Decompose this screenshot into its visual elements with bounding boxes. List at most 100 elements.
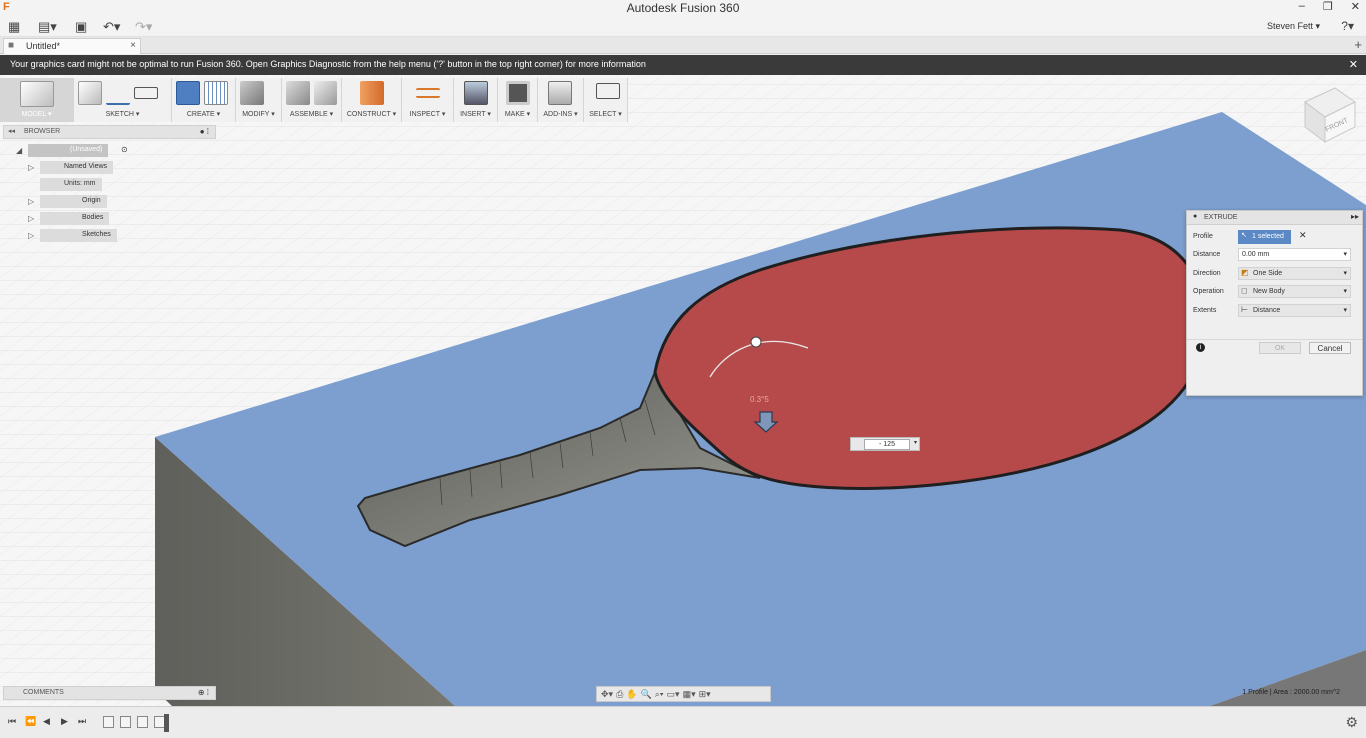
select-group[interactable]: SELECT ▾ (584, 78, 628, 122)
add-ins-group[interactable]: ADD-INS ▾ (538, 78, 584, 122)
operation-row: Operation ◻ New Body ▾ (1187, 283, 1362, 301)
new-tab-icon[interactable]: + (1354, 37, 1362, 52)
extrude-tool-icon[interactable] (176, 81, 200, 105)
close-icon[interactable]: ✕ (1351, 0, 1360, 13)
create-group[interactable]: CREATE ▾ (172, 78, 236, 122)
undo-icon[interactable]: ↶▾ (103, 19, 120, 35)
play-icon[interactable]: ▶ (61, 716, 68, 727)
browser-item-origin[interactable]: ▷ Origin (3, 194, 216, 211)
timeline-marker[interactable] (164, 714, 169, 732)
user-account-menu[interactable]: Steven Fett ▾ (1267, 21, 1320, 32)
comments-panel[interactable]: COMMENTS ⊕ ⁞ (3, 686, 216, 700)
create-sketch-icon[interactable] (78, 81, 102, 105)
expand-triangle-icon[interactable]: ▷ (28, 163, 34, 172)
create-label: CREATE ▾ (186, 111, 221, 118)
pan-icon[interactable]: ✋ (626, 689, 637, 700)
timeline-sketch-item[interactable] (103, 716, 114, 728)
timeline-extrude-item[interactable] (120, 716, 131, 728)
offset-plane-icon[interactable] (360, 81, 384, 105)
insert-image-icon[interactable] (464, 81, 488, 105)
ok-button[interactable]: OK (1259, 342, 1301, 354)
close-tab-icon[interactable]: × (130, 40, 136, 51)
workspace-switcher-model[interactable]: MODEL ▾ (0, 78, 74, 122)
chevron-down-icon[interactable]: ▾ (914, 439, 917, 446)
clear-selection-icon[interactable]: ✕ (1299, 230, 1307, 241)
new-component-icon[interactable] (286, 81, 310, 105)
assemble-group[interactable]: ASSEMBLE ▾ (282, 78, 342, 122)
expand-dialog-icon[interactable]: ▸▸ (1351, 212, 1359, 221)
info-icon[interactable]: i (1196, 343, 1205, 352)
document-tab[interactable]: ■ Untitled* × (3, 38, 141, 54)
orbit-icon[interactable]: ✥▾ (601, 689, 613, 700)
3d-print-icon[interactable] (506, 81, 530, 105)
redo-icon[interactable]: ↷▾ (135, 19, 152, 35)
chevron-down-icon[interactable]: ▾ (1343, 250, 1347, 258)
browser-options-icon[interactable]: ● ⁞ (200, 127, 209, 136)
browser-item-sketches[interactable]: ▷ 💡 Sketches (3, 228, 216, 245)
cancel-button[interactable]: Cancel (1309, 342, 1351, 354)
profile-row: Profile ↖ 1 selected ✕ (1187, 228, 1362, 246)
press-pull-icon[interactable] (240, 81, 264, 105)
browser-item-units[interactable]: Units: mm (3, 177, 216, 194)
step-back-icon[interactable]: ⏪ (25, 716, 36, 727)
insert-group[interactable]: INSERT ▾ (454, 78, 498, 122)
extents-dropdown[interactable]: ⊢ Distance ▾ (1238, 304, 1351, 317)
expand-triangle-icon[interactable]: ▷ (28, 231, 34, 240)
browser-root-node[interactable]: ◢ 💡 (Unsaved) ⊙ (3, 143, 216, 160)
banner-close-icon[interactable]: ✕ (1349, 58, 1358, 71)
file-menu-icon[interactable]: ▤▾ (38, 19, 57, 35)
angle-handle[interactable] (750, 336, 762, 348)
browser-item-bodies[interactable]: ▷ 💡 Bodies (3, 211, 216, 228)
construct-group[interactable]: CONSTRUCT ▾ (342, 78, 402, 122)
viewports-icon[interactable]: ⊞▾ (699, 689, 711, 700)
collapse-browser-icon[interactable]: ◂◂ (8, 127, 15, 135)
gear-icon[interactable]: ⚙ (1345, 714, 1358, 731)
add-ins-label: ADD-INS ▾ (543, 111, 578, 118)
look-at-icon[interactable]: ⎙ (616, 689, 623, 700)
expand-triangle-icon[interactable]: ▷ (28, 214, 34, 223)
browser-item-named-views[interactable]: ▷ Named Views (3, 160, 216, 177)
distance-input-field[interactable]: - 125 (864, 439, 910, 450)
scripts-icon[interactable] (548, 81, 572, 105)
inspect-group[interactable]: INSPECT ▾ (402, 78, 454, 122)
form-tool-icon[interactable] (204, 81, 228, 105)
zoom-icon[interactable]: 🔍 (640, 689, 651, 700)
distance-field[interactable]: 0.00 mm ▾ (1238, 248, 1351, 261)
fit-icon[interactable]: ⌕▾ (655, 689, 664, 700)
modify-group[interactable]: MODIFY ▾ (236, 78, 282, 122)
display-settings-icon[interactable]: ▭▾ (667, 689, 680, 700)
distance-row: Distance 0.00 mm ▾ (1187, 246, 1362, 264)
line-tool-icon[interactable] (106, 81, 130, 105)
select-window-icon[interactable] (596, 83, 620, 99)
grid-menu-icon[interactable]: ▦ (8, 19, 20, 35)
save-icon[interactable]: ▣ (75, 19, 87, 35)
direction-dropdown[interactable]: ◩ One Side ▾ (1238, 267, 1351, 280)
grid-settings-icon[interactable]: ▦▾ (683, 689, 696, 700)
joint-icon[interactable] (313, 81, 337, 105)
insert-label: INSERT ▾ (460, 111, 491, 118)
go-to-end-icon[interactable]: ⏭ (78, 716, 86, 727)
named-views-label: Named Views (40, 161, 114, 174)
add-comment-icon[interactable]: ⊕ ⁞ (198, 688, 209, 697)
go-to-start-icon[interactable]: ⏮ (8, 716, 16, 727)
expand-triangle-icon[interactable]: ▷ (28, 197, 34, 206)
profile-selection-button[interactable]: ↖ 1 selected (1238, 230, 1291, 244)
rectangle-tool-icon[interactable] (134, 87, 158, 99)
sketch-group[interactable]: SKETCH ▾ (74, 78, 172, 122)
operation-dropdown[interactable]: ◻ New Body ▾ (1238, 285, 1351, 298)
browser-header[interactable]: ◂◂ BROWSER ● ⁞ (3, 125, 216, 139)
minimize-icon[interactable]: – (1299, 0, 1305, 13)
chevron-down-icon: ▾ (1343, 270, 1347, 277)
extrude-dialog-header[interactable]: ● EXTRUDE ▸▸ (1187, 211, 1362, 225)
timeline-sketch-item[interactable] (137, 716, 148, 728)
help-icon[interactable]: ?▾ (1341, 19, 1354, 33)
dialog-options-icon[interactable]: ● (1193, 213, 1197, 220)
profile-selection-value: 1 selected (1252, 233, 1284, 240)
distance-heads-up-input[interactable]: - 125 ▾ (850, 437, 920, 451)
activate-radio-icon[interactable]: ⊙ (121, 145, 128, 154)
play-back-icon[interactable]: ◀ (43, 716, 50, 727)
make-group[interactable]: MAKE ▾ (498, 78, 538, 122)
measure-icon[interactable] (416, 88, 440, 98)
maximize-icon[interactable]: ❐ (1323, 0, 1333, 13)
collapse-triangle-icon[interactable]: ◢ (16, 146, 22, 155)
